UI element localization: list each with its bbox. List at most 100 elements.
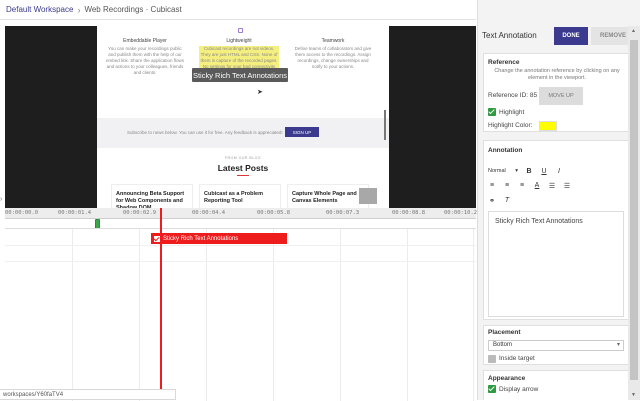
timeline-track[interactable] <box>5 228 476 401</box>
annotation-heading: Annotation <box>488 147 523 154</box>
move-up-button[interactable]: MOVE UP <box>539 87 583 105</box>
align-center-icon[interactable]: ≡ <box>503 181 511 190</box>
subscribe-banner: Subscribe to news below. You can use it … <box>97 118 389 148</box>
highlight-checkbox[interactable] <box>488 108 496 116</box>
breadcrumb: Default Workspace › Web Recordings · Cub… <box>0 0 476 20</box>
track-gridline <box>340 229 341 401</box>
annotation-editor[interactable]: Sticky Rich Text Annotations <box>488 211 624 317</box>
annotation-clip-label: Sticky Rich Text Annotations <box>163 235 239 242</box>
reference-card: Reference Change the annotation referenc… <box>483 53 629 132</box>
recorded-page[interactable]: Embeddable Player You can make your reco… <box>97 26 389 208</box>
appearance-heading: Appearance <box>488 375 526 382</box>
banner-text: Subscribe to news below. You can use it … <box>127 130 283 135</box>
feature-title: Embeddable Player <box>123 38 167 44</box>
underline-icon[interactable]: U <box>540 167 548 176</box>
timeline-tick: 00:00:02.9 <box>123 210 157 216</box>
clear-format-icon[interactable]: T <box>503 196 511 205</box>
inside-target-label: Inside target <box>499 355 535 362</box>
breadcrumb-separator: › <box>77 4 81 15</box>
placement-select[interactable]: Bottom ▾ <box>488 340 624 351</box>
feature-embeddable[interactable]: Embeddable Player You can make your reco… <box>105 38 185 76</box>
panel-scrollbar-thumb[interactable] <box>630 40 638 380</box>
blog-post-title: Announcing Beta Support for Web Componen… <box>116 191 185 208</box>
bold-icon[interactable]: B <box>525 167 533 176</box>
editor-toolbar-row-2: ≡ ≡ ≡ A ☰ ☰ <box>488 181 571 190</box>
signup-button[interactable]: SIGN UP <box>285 127 319 137</box>
panel-header: Text Annotation DONE REMOVE <box>478 26 640 48</box>
timeline-tick: 00:00:08.8 <box>392 210 426 216</box>
placement-card: Placement Bottom ▾ Inside target <box>483 325 629 365</box>
feature-teamwork[interactable]: Teamwork Define teams of collaborators a… <box>293 38 373 70</box>
panel-scrollbar[interactable]: ▲ ▼ <box>628 26 640 400</box>
track-gridline <box>407 229 408 401</box>
mouse-cursor-icon: ➤ <box>257 89 263 96</box>
timeline-tick: 00:00:00.0 <box>5 210 39 216</box>
status-url: workspaces/Y60faTV4 <box>0 389 176 400</box>
editor-toolbar-row-1: Normal ▾ B U I <box>488 166 563 176</box>
reference-id: Reference ID: 85 <box>488 92 538 99</box>
feature-title: Lightweight <box>226 38 252 44</box>
track-gridline <box>72 229 73 401</box>
reference-description: Change the annotation reference by click… <box>494 68 620 81</box>
placement-heading: Placement <box>488 329 521 336</box>
scroll-down-icon[interactable]: ▼ <box>631 392 636 398</box>
blog-title-underline <box>237 175 249 176</box>
collapse-left-icon[interactable]: › <box>0 196 2 203</box>
chevron-down-icon: ▾ <box>616 342 620 348</box>
timeline-tick: 00:00:05.8 <box>257 210 291 216</box>
features-section: Embeddable Player You can make your reco… <box>97 26 389 118</box>
timeline-tick: 00:00:01.4 <box>58 210 92 216</box>
feature-text: Define teams of collaborators and give t… <box>294 46 372 69</box>
ordered-list-icon[interactable]: ☰ <box>548 181 556 190</box>
track-gridline <box>273 229 274 401</box>
blog-post-card[interactable]: Cubicast as a Problem Reporting Tool <box>199 184 281 208</box>
blog-post-card[interactable]: Capture Whole Page and Canvas Elements <box>287 184 369 208</box>
highlight-color-swatch[interactable] <box>539 121 557 131</box>
feature-title: Teamwork <box>321 38 345 44</box>
blog-post-card[interactable]: Announcing Beta Support for Web Componen… <box>111 184 193 208</box>
timeline-tick: 00:00:10.2 <box>444 210 478 216</box>
blog-post-title: Capture Whole Page and Canvas Elements <box>292 191 357 204</box>
bullet-list-icon[interactable]: ☰ <box>563 181 571 190</box>
recording-viewport[interactable]: Embeddable Player You can make your reco… <box>5 26 476 208</box>
track-gridline <box>139 229 140 401</box>
breadcrumb-current: Web Recordings · Cubicast <box>84 5 182 14</box>
track-row-line <box>5 245 476 246</box>
page-scrollbar[interactable] <box>384 110 386 140</box>
breadcrumb-workspace-link[interactable]: Default Workspace <box>6 5 73 14</box>
align-left-icon[interactable]: ≡ <box>488 181 496 190</box>
track-gridline <box>206 229 207 401</box>
display-arrow-checkbox[interactable] <box>488 385 496 393</box>
placement-select-value: Bottom <box>493 342 513 348</box>
link-icon[interactable]: ⚭ <box>488 196 496 205</box>
blog-title: Latest Posts <box>217 163 269 173</box>
lightweight-icon <box>238 28 243 33</box>
italic-icon[interactable]: I <box>555 167 563 176</box>
feature-text: You can make your recordings public and … <box>105 46 185 75</box>
align-right-icon[interactable]: ≡ <box>518 181 526 190</box>
format-select[interactable]: Normal ▾ <box>488 166 518 176</box>
blog-post-title: Cubicast as a Problem Reporting Tool <box>204 191 263 204</box>
reference-heading: Reference <box>488 59 520 66</box>
scroll-up-icon[interactable]: ▲ <box>631 28 636 34</box>
timeline-tick: 00:00:04.4 <box>192 210 226 216</box>
display-arrow-label: Display arrow <box>499 386 539 393</box>
timeline-ruler[interactable]: 00:00:00.0 00:00:01.4 00:00:02.9 00:00:0… <box>5 208 478 219</box>
done-button[interactable]: DONE <box>554 27 588 45</box>
blog-post-thumbnail <box>359 188 377 204</box>
text-color-icon[interactable]: A <box>533 181 541 190</box>
editor-toolbar-row-3: ⚭ T <box>488 196 511 205</box>
highlight-label: Highlight <box>499 109 525 116</box>
annotation-panel: Text Annotation DONE REMOVE Reference Ch… <box>477 0 640 400</box>
annotation-card: Annotation Normal ▾ B U I ≡ ≡ ≡ A ☰ ☰ ⚭ T… <box>483 140 629 320</box>
inside-target-checkbox[interactable] <box>488 355 496 363</box>
appearance-card: Appearance Display arrow <box>483 370 629 400</box>
timeline-tick: 00:00:07.3 <box>326 210 360 216</box>
highlight-color-label: Highlight Color: <box>488 122 533 129</box>
annotation-clip[interactable]: Sticky Rich Text Annotations <box>151 233 287 244</box>
timeline-playhead[interactable] <box>160 208 162 400</box>
track-gridline <box>473 229 474 401</box>
format-select-value: Normal <box>488 168 506 174</box>
chevron-down-icon: ▾ <box>515 168 518 174</box>
track-row-line <box>5 261 476 262</box>
